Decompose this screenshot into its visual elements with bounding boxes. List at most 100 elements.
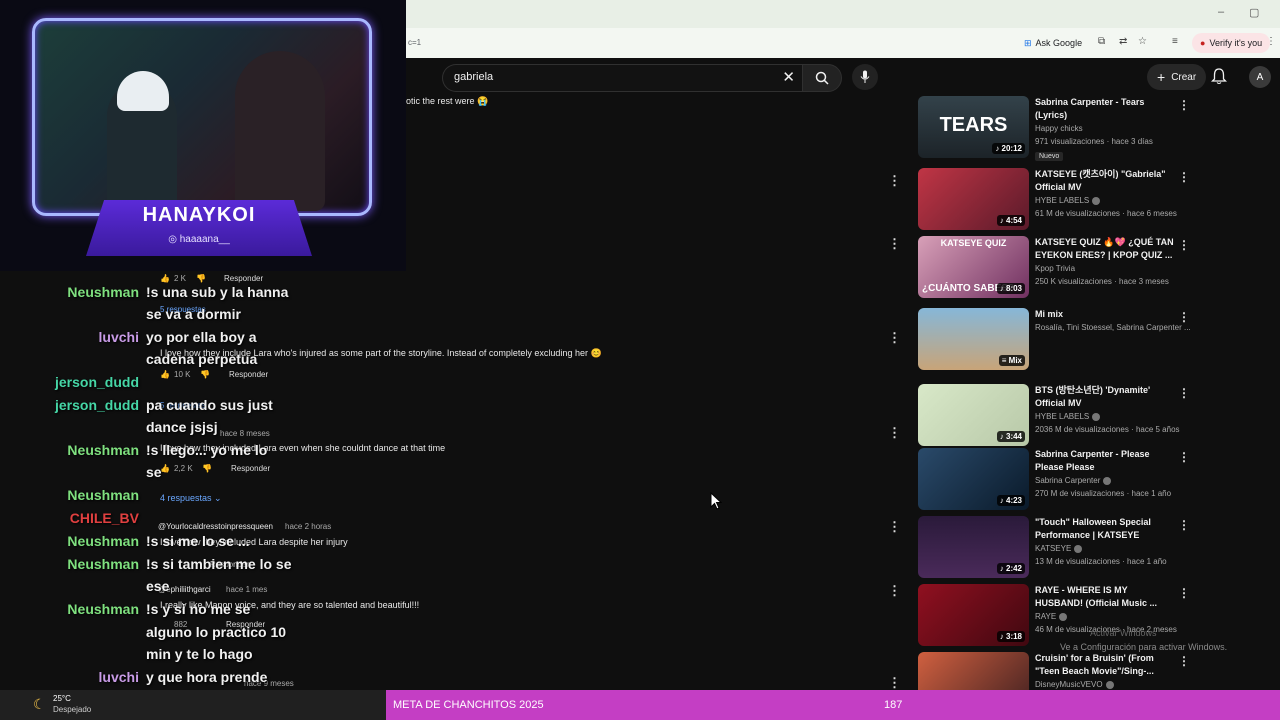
video-channel[interactable]: DisneyMusicVEVO [1035, 680, 1114, 689]
weather-temperature[interactable]: 25°C [53, 694, 71, 703]
video-menu-icon[interactable]: ⋮ [1178, 518, 1190, 532]
comment-menu-icon[interactable]: ⋮ [888, 331, 901, 344]
video-meta: 61 M de visualizaciones · hace 6 meses [1035, 209, 1177, 218]
video-duration: ♪ 2:42 [996, 563, 1025, 574]
webcam-feed [32, 18, 372, 216]
video-menu-icon[interactable]: ⋮ [1178, 586, 1190, 600]
chat-username[interactable]: luvchi [99, 329, 139, 345]
video-thumbnail[interactable]: ♪ 4:23 [918, 448, 1029, 510]
recommended-video[interactable]: TEARS ♪ 20:12 Sabrina Carpenter - Tears (L… [918, 96, 1190, 161]
maximize-icon[interactable]: ▢ [1249, 6, 1259, 19]
video-title[interactable]: Mi mix [1035, 308, 1177, 321]
comment-menu-icon[interactable]: ⋮ [888, 520, 901, 533]
video-title[interactable]: KATSEYE QUIZ 🔥💖 ¿QUÉ TAN EYEKON ERES? | … [1035, 236, 1177, 262]
video-thumbnail[interactable]: ≡ Mix [918, 308, 1029, 370]
chat-username[interactable]: Neushman [67, 487, 139, 503]
moon-icon: ☾ [33, 696, 46, 712]
browser-menu-icon[interactable]: ⋮ [1266, 36, 1276, 47]
comment-menu-icon[interactable]: ⋮ [888, 237, 901, 250]
video-title[interactable]: RAYE - WHERE IS MY HUSBAND! (Official Mu… [1035, 584, 1177, 610]
bookmark-star-icon[interactable]: ☆ [1138, 36, 1147, 47]
video-thumbnail[interactable]: ♪ 4:54 [918, 168, 1029, 230]
video-menu-icon[interactable]: ⋮ [1178, 310, 1190, 324]
verify-label: Verify it's you [1209, 38, 1263, 48]
video-duration: ♪ 4:54 [996, 215, 1025, 226]
reading-list-icon[interactable]: ≡ [1172, 36, 1178, 47]
video-thumbnail[interactable]: ♪ 3:18 [918, 584, 1029, 646]
comment-menu-icon[interactable]: ⋮ [888, 426, 901, 439]
video-meta: 971 visualizaciones · hace 3 días [1035, 137, 1153, 146]
chat-username[interactable]: luvchi [99, 669, 139, 685]
search-input[interactable]: gabriela ✕ [442, 64, 803, 92]
video-thumbnail[interactable]: TEARS ♪ 20:12 [918, 96, 1029, 158]
search-input-value[interactable]: gabriela [454, 71, 493, 83]
recommended-video[interactable]: ♪ 4:54 KATSEYE (캣츠아이) "Gabriela" Official… [918, 168, 1190, 232]
notifications-bell-icon[interactable] [1211, 68, 1227, 85]
video-menu-icon[interactable]: ⋮ [1178, 654, 1190, 668]
video-channel[interactable]: KATSEYE [1035, 544, 1083, 553]
chat-username[interactable]: CHILE_BV [70, 510, 139, 526]
recommended-video[interactable]: KATSEYE QUIZ ¿CUÁNTO SABES? ♪ 8:03 KATSEYE … [918, 236, 1190, 300]
video-title[interactable]: Sabrina Carpenter - Tears (Lyrics) [1035, 96, 1177, 122]
search-icon [815, 71, 829, 85]
chat-message: alguno lo practico 10 [146, 624, 287, 640]
chat-message: ese [146, 578, 170, 594]
recommended-video[interactable]: ≡ Mix Mi mix Rosalía, Tini Stoessel, Sabri… [918, 308, 1191, 372]
voice-search-button[interactable] [852, 64, 878, 90]
chat-message: pa cuando sus just [146, 397, 273, 413]
video-duration: ♪ 8:03 [996, 283, 1025, 294]
video-menu-icon[interactable]: ⋮ [1178, 386, 1190, 400]
chat-username[interactable]: jerson_dudd [55, 397, 139, 413]
video-channel[interactable]: Happy chicks [1035, 124, 1083, 133]
recommended-video[interactable]: ♪ 4:23 Sabrina Carpenter - Please Please … [918, 448, 1190, 512]
comment-menu-icon[interactable]: ⋮ [888, 584, 901, 597]
clear-search-icon[interactable]: ✕ [782, 68, 795, 86]
search-button[interactable] [802, 64, 842, 92]
video-channel[interactable]: HYBE LABELS [1035, 412, 1101, 421]
screenshot-icon[interactable]: ⧉ [1098, 36, 1105, 47]
recommended-video[interactable]: ♪ 2:42 "Touch" Halloween Special Performa… [918, 516, 1190, 580]
video-title[interactable]: Cruisin' for a Bruisin' (From "Teen Beac… [1035, 652, 1177, 678]
video-menu-icon[interactable]: ⋮ [1178, 238, 1190, 252]
recommended-video[interactable]: ♪ 3:18 RAYE - WHERE IS MY HUSBAND! (Offic… [918, 584, 1190, 648]
comment-menu-icon[interactable]: ⋮ [888, 174, 901, 187]
create-button[interactable]: + Crear [1147, 64, 1207, 90]
lens-icon: ⊞ [1024, 37, 1032, 48]
video-channel[interactable]: Rosalía, Tini Stoessel, Sabrina Carpente… [1035, 323, 1191, 332]
video-duration: ♪ 4:23 [996, 495, 1025, 506]
video-duration: ♪ 3:18 [996, 631, 1025, 642]
video-channel[interactable]: Sabrina Carpenter [1035, 476, 1112, 485]
youtube-header: gabriela ✕ + Crear A [406, 58, 1280, 96]
video-menu-icon[interactable]: ⋮ [1178, 450, 1190, 464]
chat-username[interactable]: Neushman [67, 601, 139, 617]
minimize-icon[interactable]: – [1218, 6, 1224, 18]
video-thumbnail[interactable]: ♪ 3:44 [918, 384, 1029, 446]
recommended-video[interactable]: ♪ 3:44 BTS (방탄소년단) 'Dynamite' Official MV… [918, 384, 1190, 448]
ask-google-button[interactable]: ⊞ Ask Google [1018, 34, 1088, 52]
video-thumbnail[interactable]: KATSEYE QUIZ ¿CUÁNTO SABES? ♪ 8:03 [918, 236, 1029, 298]
address-bar-fragment[interactable]: c=1 [408, 38, 421, 47]
video-channel[interactable]: HYBE LABELS [1035, 196, 1101, 205]
chat-username[interactable]: Neushman [67, 556, 139, 572]
chat-message: se va a dormir [146, 306, 241, 322]
video-thumbnail[interactable]: ♪ 2:42 [918, 516, 1029, 578]
thumbnail-text: KATSEYE QUIZ [940, 238, 1007, 248]
chat-username[interactable]: Neushman [67, 442, 139, 458]
video-title[interactable]: "Touch" Halloween Special Performance | … [1035, 516, 1177, 542]
profile-dot-icon: ● [1200, 38, 1206, 48]
video-menu-icon[interactable]: ⋮ [1178, 170, 1190, 184]
chat-username[interactable]: jerson_dudd [55, 374, 139, 390]
video-title[interactable]: KATSEYE (캣츠아이) "Gabriela" Official MV [1035, 168, 1177, 194]
chat-username[interactable]: Neushman [67, 284, 139, 300]
account-avatar[interactable]: A [1249, 66, 1271, 88]
video-title[interactable]: BTS (방탄소년단) 'Dynamite' Official MV [1035, 384, 1177, 410]
video-channel[interactable]: Kpop Trivia [1035, 264, 1075, 273]
chat-username[interactable]: Neushman [67, 533, 139, 549]
video-menu-icon[interactable]: ⋮ [1178, 98, 1190, 112]
comment-menu-icon[interactable]: ⋮ [888, 676, 901, 689]
translate-icon[interactable]: ⇄ [1119, 36, 1127, 47]
verify-identity-button[interactable]: ● Verify it's you [1192, 33, 1271, 53]
video-meta: 270 M de visualizaciones · hace 1 año [1035, 489, 1172, 498]
video-channel[interactable]: RAYE [1035, 612, 1068, 621]
video-title[interactable]: Sabrina Carpenter - Please Please Please [1035, 448, 1177, 474]
